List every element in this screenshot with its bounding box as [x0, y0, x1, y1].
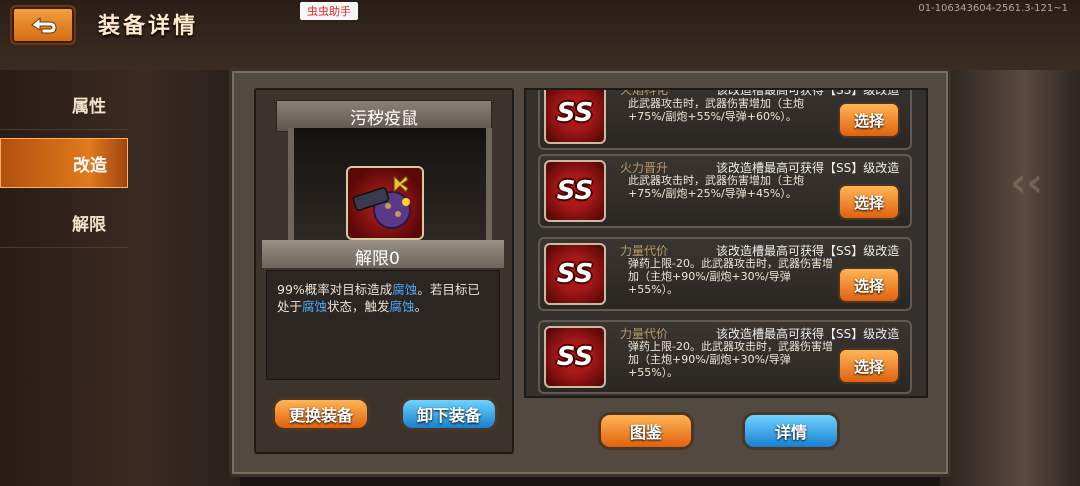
change-equipment-button[interactable]: 更换装备 [272, 397, 370, 431]
mod-row: SS 火力晋升 该改造槽最高可获得【SS】级改造 此武器攻击时，武器伤害增加（主… [538, 154, 912, 228]
tab-modify[interactable]: 改造 [0, 138, 128, 188]
select-button[interactable]: 选择 [838, 102, 900, 138]
mod-description: 弹药上限-20。此武器攻击时，武器伤害增加（主炮+90%/副炮+30%/导弹+5… [628, 340, 833, 379]
select-button[interactable]: 选择 [838, 184, 900, 220]
page-title: 装备详情 [98, 14, 199, 39]
helper-badge[interactable]: 虫虫助手 [300, 2, 358, 20]
mod-description: 此武器攻击时，武器伤害增加（主炮+75%/副炮+25%/导弹+45%）。 [628, 174, 804, 200]
select-button[interactable]: 选择 [838, 348, 900, 384]
ss-grade-icon: SS [544, 90, 606, 144]
corrosion-keyword: 腐蚀 [392, 282, 418, 297]
limit-break-level: 解限0 [355, 249, 400, 269]
corrosion-keyword: 腐蚀 [302, 299, 328, 314]
unequip-button[interactable]: 卸下装备 [400, 397, 498, 431]
ss-grade-icon: SS [544, 243, 606, 305]
corrosion-keyword: 腐蚀 [389, 299, 415, 314]
mod-row: SS 力量代价 该改造槽最高可获得【SS】级改造 弹药上限-20。此武器攻击时，… [538, 237, 912, 311]
select-button[interactable]: 选择 [838, 267, 900, 303]
ss-grade-icon: SS [544, 326, 606, 388]
tab-attributes[interactable]: 属性 [0, 80, 128, 130]
plague-rat-weapon-icon[interactable] [346, 166, 424, 240]
details-button[interactable]: 详情 [742, 412, 840, 450]
mod-description: 此武器攻击时，武器伤害增加（主炮+75%/副炮+55%/导弹+60%）。 [628, 97, 804, 123]
tab-limit-break[interactable]: 解限 [0, 198, 128, 248]
return-arrow-icon [31, 16, 57, 34]
device-id-text: 01-106343604-2561.3-121~1 [918, 3, 1068, 14]
equipment-description: 99%概率对目标造成腐蚀。若目标已处于腐蚀状态，触发腐蚀。 [266, 270, 500, 380]
background-right [940, 0, 1080, 486]
back-button[interactable] [10, 5, 76, 45]
chevron-decoration-icon: ‹‹ [1010, 160, 1043, 206]
ss-grade-icon: SS [544, 160, 606, 222]
mod-description: 弹药上限-20。此武器攻击时，武器伤害增加（主炮+90%/副炮+30%/导弹+5… [628, 257, 833, 296]
catalog-button[interactable]: 图鉴 [598, 412, 694, 450]
mod-row: SS 力量代价 该改造槽最高可获得【SS】级改造 弹药上限-20。此武器攻击时，… [538, 320, 912, 394]
